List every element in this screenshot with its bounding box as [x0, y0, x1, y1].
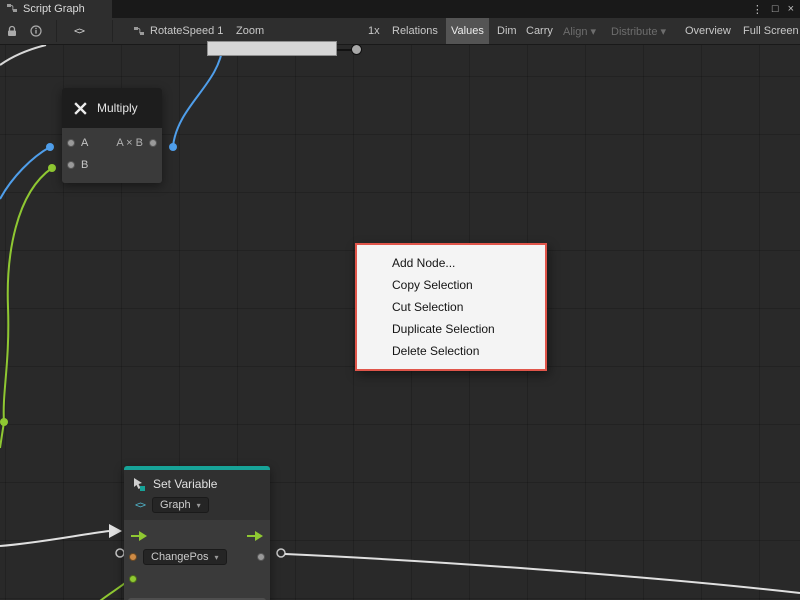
node-set-variable[interactable]: Set Variable <> Graph ▾ ChangePos ▾ [124, 466, 270, 600]
values-button[interactable]: Values [446, 18, 489, 44]
graph-name: RotateSpeed 1 [150, 25, 223, 37]
wire-blue-top [173, 45, 223, 146]
distribute-dropdown[interactable]: Distribute ▾ [606, 18, 671, 44]
port-row: A A × B [62, 132, 162, 154]
zoom-slider-knob[interactable] [351, 44, 362, 55]
tab-title: Script Graph [23, 3, 85, 15]
wire-white-in [0, 531, 109, 546]
window-menu-icon[interactable]: ⋮ [752, 3, 763, 16]
zoom-value: 1x [368, 18, 380, 44]
set-variable-header[interactable]: Set Variable <> Graph ▾ [124, 470, 270, 520]
relations-button[interactable]: Relations [387, 18, 443, 44]
port-label-b: B [81, 159, 88, 171]
port-ring-left[interactable] [116, 549, 124, 557]
flow-row [124, 526, 270, 546]
wire-blue-left [0, 147, 50, 199]
set-variable-body: ChangePos ▾ [124, 520, 270, 600]
scope-row: <> Graph ▾ [132, 496, 262, 514]
port-label-a: A [81, 137, 88, 149]
flow-out-arrow-icon[interactable] [247, 531, 263, 541]
lock-icon [6, 25, 18, 37]
menu-item-duplicate-selection[interactable]: Duplicate Selection [357, 318, 545, 340]
info-button[interactable] [30, 18, 42, 44]
menu-item-cut-selection[interactable]: Cut Selection [357, 296, 545, 318]
info-icon [30, 25, 42, 37]
code-view-button[interactable]: <> [74, 18, 84, 44]
variable-row: ChangePos ▾ [124, 546, 270, 568]
wire-green-left [4, 168, 52, 422]
script-graph-icon [6, 2, 18, 17]
floating-panel [207, 41, 337, 56]
wire-white-topleft [0, 45, 46, 65]
window-controls: ⋮ □ × [752, 0, 800, 18]
menu-item-copy-selection[interactable]: Copy Selection [357, 274, 545, 296]
fullscreen-button[interactable]: Full Screen [738, 18, 800, 44]
toolbar-separator [112, 20, 113, 42]
port-input-a[interactable] [67, 139, 75, 147]
wire-white-out [285, 554, 800, 593]
title-row: Set Variable [132, 474, 262, 494]
port-row: B [62, 154, 162, 176]
set-variable-icon [132, 477, 146, 491]
menu-item-delete-selection[interactable]: Delete Selection [357, 340, 545, 362]
graph-icon [133, 25, 145, 37]
multiply-icon [73, 101, 88, 116]
code-icon: <> [135, 500, 145, 511]
carry-button[interactable]: Carry [521, 18, 558, 44]
graph-toolbar: <> RotateSpeed 1 Zoom 1x Relations Value… [0, 18, 800, 45]
toolbar-separator [56, 20, 57, 42]
wire-endpoint-blue [169, 143, 177, 151]
port-ring-right[interactable] [277, 549, 285, 557]
scope-value: Graph [160, 499, 191, 511]
context-menu: Add Node... Copy Selection Cut Selection… [355, 243, 547, 371]
port-output[interactable] [149, 139, 157, 147]
close-icon[interactable]: × [788, 3, 794, 15]
node-multiply[interactable]: Multiply A A × B B [62, 88, 162, 183]
wire-green-left-tail [0, 422, 4, 448]
lock-button[interactable] [6, 18, 18, 44]
align-dropdown[interactable]: Align ▾ [558, 18, 601, 44]
maximize-icon[interactable]: □ [772, 3, 779, 15]
variable-value: ChangePos [151, 551, 209, 563]
port-variable-name[interactable] [129, 553, 137, 561]
port-output-value[interactable] [257, 553, 265, 561]
overview-button[interactable]: Overview [680, 18, 736, 44]
scope-dropdown[interactable]: Graph ▾ [152, 497, 209, 513]
flow-arrowhead [109, 524, 122, 538]
tab-script-graph[interactable]: Script Graph [0, 0, 112, 18]
code-icon: <> [74, 26, 84, 37]
port-label-out: A × B [116, 137, 143, 149]
dim-button[interactable]: Dim [492, 18, 522, 44]
chevron-down-icon: ▾ [215, 553, 219, 562]
input-row [124, 568, 270, 590]
port-input-value[interactable] [129, 575, 137, 583]
node-title: Multiply [97, 101, 138, 115]
titlebar: Script Graph ⋮ □ × [0, 0, 800, 18]
menu-item-add-node[interactable]: Add Node... [357, 252, 545, 274]
flow-in-arrow-icon[interactable] [131, 531, 147, 541]
port-input-b[interactable] [67, 161, 75, 169]
multiply-body: A A × B B [62, 128, 162, 183]
chevron-down-icon: ▾ [197, 501, 201, 510]
multiply-header[interactable]: Multiply [62, 88, 162, 128]
node-title: Set Variable [153, 477, 217, 491]
variable-dropdown[interactable]: ChangePos ▾ [143, 549, 227, 565]
